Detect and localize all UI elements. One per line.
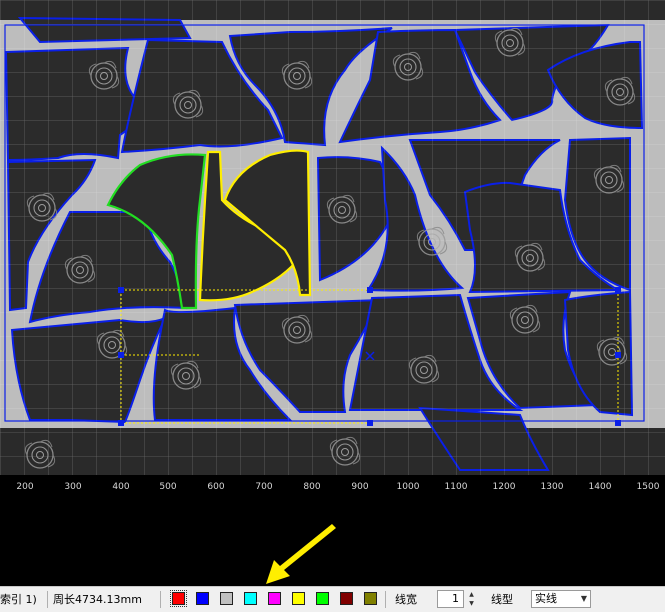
marker-layout-canvas[interactable] [0,0,665,475]
ruler-tick-label: 800 [303,482,321,492]
ruler-tick-label: 900 [351,482,369,492]
status-divider [160,591,161,608]
ruler-tick-label: 200 [16,482,34,492]
line-type-select[interactable]: 实线 ▼ [531,590,591,608]
line-width-spinner[interactable]: ▲ ▼ [465,590,478,608]
line-width-label: 线宽 [395,593,417,606]
ruler-tick-label: 1200 [492,482,516,492]
color-swatch-red[interactable] [170,590,187,607]
chevron-down-icon[interactable]: ▼ [581,591,587,607]
ruler-tick-label: 1100 [444,482,468,492]
spin-down-icon[interactable]: ▼ [465,599,478,608]
status-divider [47,591,48,608]
horizontal-ruler: 200 300 400 500 600 700 800 900 1000 1100 1200 1300… [0,475,665,497]
ruler-tick-label: 1500 [636,482,660,492]
annotation-arrow-icon [266,524,336,584]
status-divider [385,591,386,608]
color-swatch-green[interactable] [316,592,329,605]
color-swatch-dark-red[interactable] [340,592,353,605]
color-swatch-olive[interactable] [364,592,377,605]
ruler-tick-label: 1000 [396,482,420,492]
ruler-tick-label: 300 [64,482,82,492]
ruler-tick-label: 1400 [588,482,612,492]
color-swatch-blue[interactable] [196,592,209,605]
line-type-value: 实线 [535,592,557,605]
color-swatch-light-gray[interactable] [220,592,233,605]
color-swatch-yellow[interactable] [292,592,305,605]
spin-up-icon[interactable]: ▲ [465,590,478,599]
ruler-tick-label: 700 [255,482,273,492]
perimeter-text: 周长4734.13mm [53,593,142,606]
status-bar: 索引 1) 周长4734.13mm 线宽 1 ▲ ▼ 线型 实线 ▼ [0,586,665,612]
ruler-tick-label: 600 [207,482,225,492]
ruler-tick-label: 1300 [540,482,564,492]
ruler-tick-label: 400 [112,482,130,492]
color-swatch-cyan[interactable] [244,592,257,605]
index-text: 索引 1) [0,593,37,606]
color-swatch-magenta[interactable] [268,592,281,605]
line-width-input[interactable]: 1 [437,590,464,608]
ruler-tick-label: 500 [159,482,177,492]
line-type-label: 线型 [491,593,513,606]
